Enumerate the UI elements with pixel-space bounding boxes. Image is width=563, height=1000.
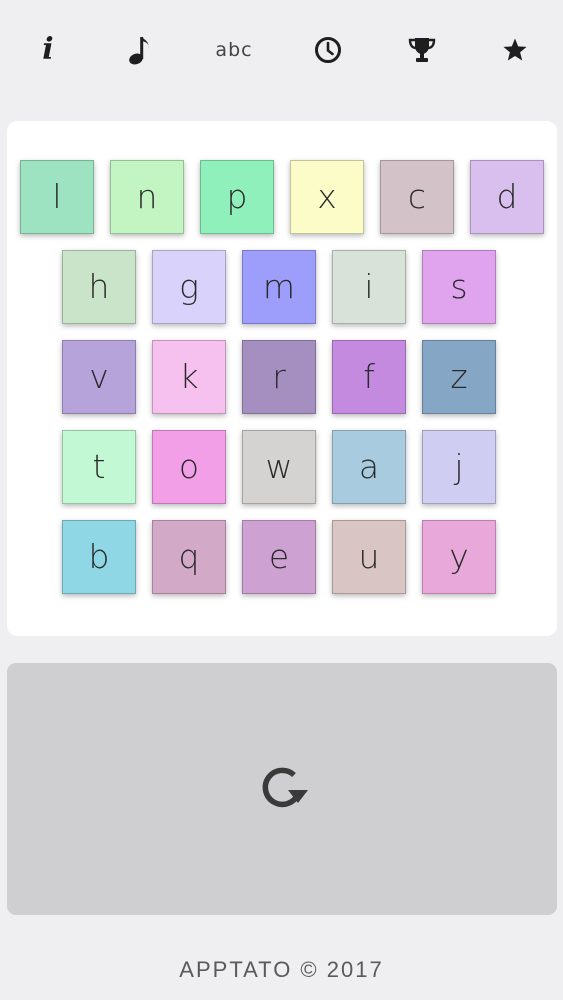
letter-tile-h[interactable]: h — [62, 250, 136, 324]
top-toolbar: i abc — [0, 22, 563, 78]
letter-tile-p[interactable]: p — [200, 160, 274, 234]
letter-tile-o[interactable]: o — [152, 430, 226, 504]
letter-tile-y[interactable]: y — [422, 520, 496, 594]
info-button[interactable]: i — [20, 22, 76, 78]
letter-tile-e[interactable]: e — [242, 520, 316, 594]
tile-letter: k — [179, 356, 199, 396]
tile-letter: n — [136, 176, 158, 216]
letter-tile-l[interactable]: l — [20, 160, 94, 234]
letters-mode-button[interactable]: abc — [206, 22, 262, 78]
letter-tile-u[interactable]: u — [332, 520, 406, 594]
music-button[interactable] — [113, 22, 169, 78]
tile-letter: s — [450, 266, 468, 306]
leaderboard-button[interactable] — [394, 22, 450, 78]
letter-tile-r[interactable]: r — [242, 340, 316, 414]
letter-tile-d[interactable]: d — [470, 160, 544, 234]
letter-tile-s[interactable]: s — [422, 250, 496, 324]
letter-tile-x[interactable]: x — [290, 160, 364, 234]
tile-letter: l — [52, 176, 62, 216]
tile-letter: i — [364, 266, 374, 306]
tile-letter: m — [262, 266, 296, 306]
letter-tile-f[interactable]: f — [332, 340, 406, 414]
tile-letter: r — [272, 356, 286, 396]
tile-row: hgmis — [7, 250, 557, 326]
letter-tile-g[interactable]: g — [152, 250, 226, 324]
letter-tile-z[interactable]: z — [422, 340, 496, 414]
tile-letter: e — [268, 536, 290, 576]
tile-letter: x — [317, 176, 337, 216]
star-icon — [503, 38, 527, 61]
letter-tile-i[interactable]: i — [332, 250, 406, 324]
restart-panel[interactable] — [7, 663, 557, 915]
tile-letter: w — [265, 446, 293, 486]
letter-board: l n p x c d h g m i s v k r f z t o w a j b q e u y — [7, 121, 557, 636]
music-note-icon — [129, 37, 149, 65]
letter-tile-q[interactable]: q — [152, 520, 226, 594]
tile-row: vkrfz — [7, 340, 557, 416]
tile-letter: y — [449, 536, 469, 576]
tile-letter: p — [226, 176, 248, 216]
letter-tile-j[interactable]: j — [422, 430, 496, 504]
tile-row: bqeuy — [7, 520, 557, 596]
abc-label: abc — [215, 39, 253, 61]
letter-tile-v[interactable]: v — [62, 340, 136, 414]
tile-letter: u — [358, 536, 380, 576]
rate-button[interactable] — [487, 22, 543, 78]
tile-letter: z — [450, 356, 468, 396]
letter-tile-n[interactable]: n — [110, 160, 184, 234]
tile-letter: b — [88, 536, 110, 576]
tile-letter: j — [454, 446, 464, 486]
copyright-footer: APPTATO © 2017 — [179, 957, 384, 982]
refresh-icon[interactable] — [254, 763, 310, 815]
tile-letter: d — [496, 176, 518, 216]
info-icon: i — [42, 32, 54, 67]
letter-tile-t[interactable]: t — [62, 430, 136, 504]
tile-row: lnpxcd — [7, 160, 557, 236]
letter-tile-b[interactable]: b — [62, 520, 136, 594]
tile-letter: f — [363, 356, 375, 396]
tile-row: towaj — [7, 430, 557, 506]
letter-tile-c[interactable]: c — [380, 160, 454, 234]
tile-letter: a — [358, 446, 380, 486]
clock-icon — [315, 37, 341, 63]
tile-letter: c — [407, 176, 427, 216]
tile-letter: q — [178, 536, 200, 576]
timer-button[interactable] — [300, 22, 356, 78]
trophy-icon — [408, 38, 436, 62]
tile-letter: t — [92, 446, 106, 486]
tile-letter: h — [88, 266, 110, 306]
tile-letter: o — [178, 446, 200, 486]
tile-letter: v — [89, 356, 109, 396]
letter-tile-m[interactable]: m — [242, 250, 316, 324]
letter-tile-w[interactable]: w — [242, 430, 316, 504]
letter-tile-k[interactable]: k — [152, 340, 226, 414]
tile-letter: g — [179, 266, 199, 306]
letter-tile-a[interactable]: a — [332, 430, 406, 504]
